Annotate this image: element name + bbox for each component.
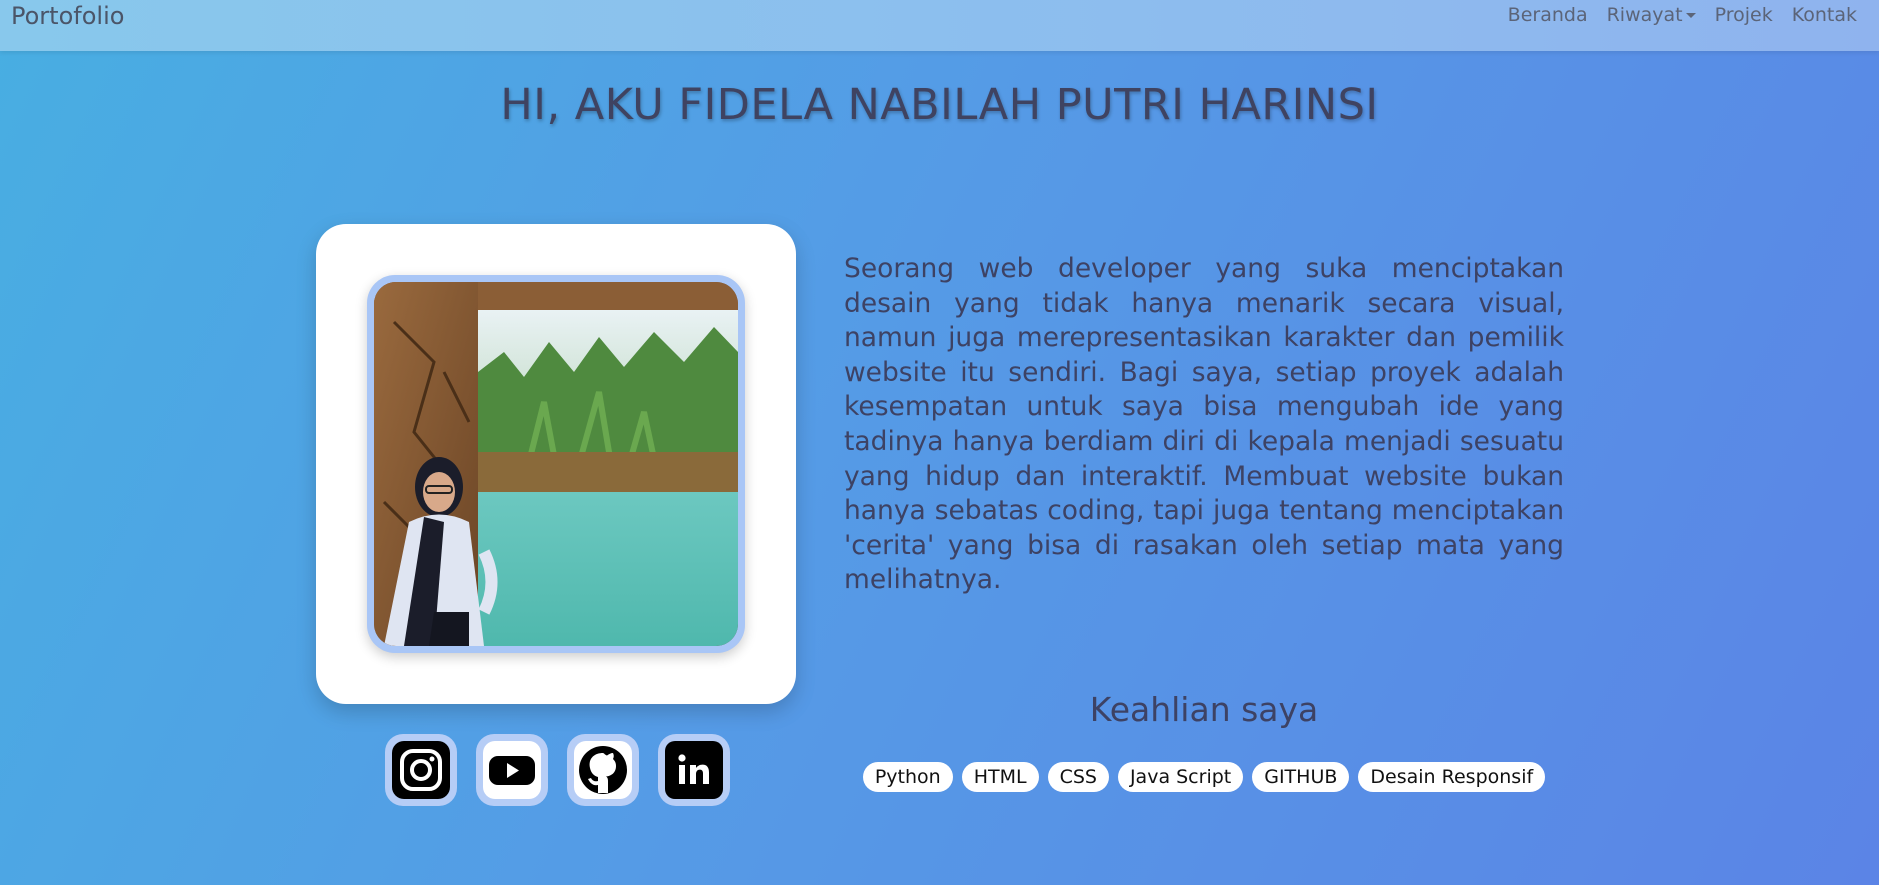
- linkedin-icon: [665, 741, 723, 799]
- skill-pill: Python: [862, 762, 953, 792]
- nav-item-kontak[interactable]: Kontak: [1792, 4, 1857, 26]
- skills-heading: Keahlian saya: [1089, 690, 1319, 729]
- github-button[interactable]: [567, 734, 639, 806]
- instagram-icon: [392, 741, 450, 799]
- instagram-button[interactable]: [385, 734, 457, 806]
- brand-link[interactable]: Portofolio: [11, 2, 124, 30]
- skill-pill: Desain Responsif: [1358, 762, 1546, 792]
- navbar: Portofolio Beranda Riwayat Projek Kontak: [0, 0, 1879, 51]
- skills-list: Python HTML CSS Java Script GITHUB Desai…: [844, 762, 1564, 792]
- youtube-icon: [483, 741, 541, 799]
- profile-photo-illustration: [374, 282, 738, 646]
- profile-photo: [374, 282, 738, 646]
- skill-pill: HTML: [961, 762, 1039, 792]
- skill-pill: Java Script: [1117, 762, 1244, 792]
- bio-text: Seorang web developer yang suka mencipta…: [844, 253, 1564, 596]
- nav-item-riwayat-label: Riwayat: [1606, 4, 1683, 26]
- github-icon: [574, 741, 632, 799]
- youtube-button[interactable]: [476, 734, 548, 806]
- social-links: [385, 734, 730, 806]
- page-title: HI, AKU FIDELA NABILAH PUTRI HARINSI: [500, 80, 1379, 130]
- linkedin-button[interactable]: [658, 734, 730, 806]
- skill-pill: GITHUB: [1252, 762, 1350, 792]
- caret-down-icon: [1685, 13, 1696, 18]
- nav-links: Beranda Riwayat Projek Kontak: [1508, 4, 1857, 26]
- skill-pill: CSS: [1047, 762, 1109, 792]
- profile-photo-frame: [367, 275, 745, 653]
- nav-item-beranda[interactable]: Beranda: [1508, 4, 1588, 26]
- nav-item-projek[interactable]: Projek: [1715, 4, 1773, 26]
- profile-photo-card: [316, 224, 796, 704]
- nav-item-riwayat[interactable]: Riwayat: [1607, 4, 1696, 26]
